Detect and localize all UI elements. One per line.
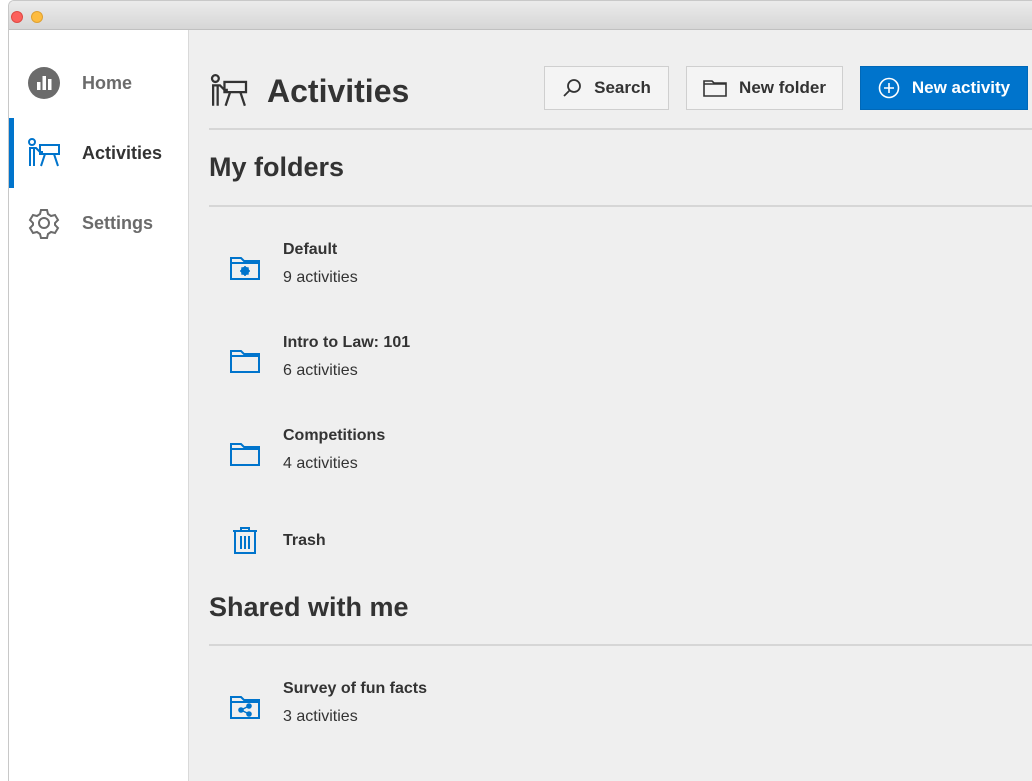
plus-circle-icon	[878, 77, 900, 99]
new-activity-button-label: New activity	[911, 78, 1011, 97]
app-window: Home Activities Settings Activities Sear…	[8, 0, 1032, 781]
folder-icon	[229, 439, 261, 469]
search-button-label: Search	[594, 78, 651, 97]
page-header: Activities	[209, 66, 409, 116]
folder-name: Default	[283, 241, 338, 258]
home-chart-icon	[27, 66, 61, 100]
folder-count: 3 activities	[283, 708, 358, 725]
title-bar	[9, 1, 1032, 30]
search-button[interactable]: Search	[544, 66, 669, 110]
folder-name: Intro to Law: 101	[283, 334, 411, 351]
new-folder-button-label: New folder	[739, 78, 826, 97]
folder-count: 9 activities	[283, 269, 358, 286]
folder-survey-of-fun-facts[interactable]: Survey of fun facts 3 activities	[209, 672, 989, 742]
folder-name: Competitions	[283, 427, 386, 444]
main-content: Activities Search New folder New activit…	[189, 30, 1032, 781]
folder-intro-to-law[interactable]: Intro to Law: 101 6 activities	[209, 326, 989, 396]
header-divider	[209, 128, 1032, 130]
sidebar-item-label: Home	[82, 72, 133, 93]
folder-icon	[229, 346, 261, 376]
shared-with-me-title: Shared with me	[209, 592, 409, 622]
presenter-icon	[27, 136, 61, 170]
settings-folder-icon	[229, 253, 261, 283]
trash-icon	[229, 526, 261, 556]
folder-trash[interactable]: Trash	[209, 512, 989, 572]
section-divider	[209, 205, 1032, 207]
folder-default[interactable]: Default 9 activities	[209, 233, 989, 303]
sidebar-item-label: Activities	[82, 142, 163, 163]
presenter-icon	[209, 73, 249, 109]
shared-folder-icon	[229, 692, 261, 722]
new-activity-button[interactable]: New activity	[860, 66, 1028, 110]
sidebar-item-activities[interactable]: Activities	[9, 118, 188, 188]
page-title: Activities	[267, 72, 410, 109]
folder-competitions[interactable]: Competitions 4 activities	[209, 419, 989, 489]
section-divider	[209, 644, 1032, 646]
new-folder-button[interactable]: New folder	[686, 66, 843, 110]
search-icon	[563, 79, 582, 97]
folder-name: Trash	[283, 532, 326, 549]
sidebar: Home Activities Settings	[9, 30, 189, 781]
folder-count: 4 activities	[283, 455, 358, 472]
close-window-button[interactable]	[11, 11, 23, 23]
my-folders-title: My folders	[209, 152, 345, 182]
minimize-window-button[interactable]	[31, 11, 43, 23]
sidebar-item-settings[interactable]: Settings	[9, 188, 188, 258]
folder-icon	[703, 80, 727, 97]
folder-name: Survey of fun facts	[283, 680, 428, 697]
gear-icon	[27, 206, 61, 240]
folder-count: 6 activities	[283, 362, 358, 379]
sidebar-item-label: Settings	[82, 212, 154, 233]
sidebar-item-home[interactable]: Home	[9, 48, 188, 118]
